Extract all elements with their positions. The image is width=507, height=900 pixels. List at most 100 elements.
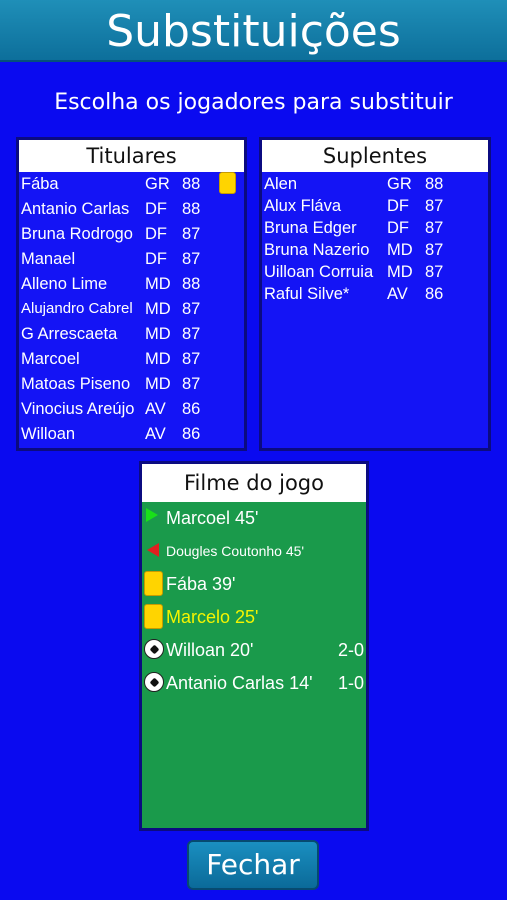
soccer-ball-icon	[144, 672, 164, 692]
player-name: Vinocius Areújo	[21, 400, 135, 418]
header-bar: Substituições	[0, 0, 507, 62]
player-position: DF	[387, 197, 409, 215]
yellow-card-icon	[219, 172, 236, 194]
player-position: MD	[387, 241, 413, 259]
yellow-card-icon	[144, 571, 163, 596]
player-position: MD	[145, 275, 171, 293]
soccer-ball-icon	[144, 639, 164, 659]
timeline-events: Marcoel 45' Dougles Coutonho 45' Fába 39' M…	[142, 502, 366, 700]
event-text: Dougles Coutonho 45'	[166, 543, 305, 559]
timeline-event: Antanio Carlas 14' 1-0	[142, 667, 366, 700]
event-text: Willoan 20'	[166, 640, 254, 660]
player-position: DF	[145, 250, 167, 268]
starter-row[interactable]: G Arrescaeta MD 87	[19, 322, 244, 347]
player-rating: 88	[182, 175, 201, 193]
player-rating: 86	[182, 425, 201, 443]
player-position: DF	[387, 219, 409, 237]
timeline-event: Fába 39'	[142, 568, 366, 601]
player-name: Marcoel	[21, 350, 80, 368]
player-name: Manael	[21, 250, 76, 268]
starter-row[interactable]: Willoan AV 86	[19, 422, 244, 447]
starters-list: Fába GR 88 Antanio Carlas DF 88 Bruna Rodrogo D…	[19, 172, 244, 447]
player-rating: 88	[425, 175, 444, 193]
player-rating: 87	[425, 263, 444, 281]
substitutes-list: Alen GR 88 Alux Fláva DF 87 Bruna Edger DF 87 Bru…	[262, 172, 488, 304]
player-name: Antanio Carlas	[21, 200, 130, 218]
match-timeline-panel: Filme do jogo Marcoel 45' Dougles Coutonh…	[139, 461, 369, 831]
substitute-row[interactable]: Bruna Edger DF 87	[262, 216, 488, 238]
starters-panel: Titulares Fába GR 88 Antanio Carlas DF 88 Brun…	[16, 137, 247, 451]
player-name: Alen	[264, 175, 298, 193]
sub-out-arrow-icon	[147, 543, 159, 557]
player-position: MD	[145, 350, 171, 368]
player-rating: 87	[182, 225, 201, 243]
substitute-row[interactable]: Uilloan Corruia MD 87	[262, 260, 488, 282]
player-rating: 87	[182, 375, 201, 393]
player-name: Matoas Piseno	[21, 375, 131, 393]
player-position: DF	[145, 225, 167, 243]
starters-heading: Titulares	[19, 140, 244, 172]
starter-row[interactable]: Alleno Lime MD 88	[19, 272, 244, 297]
player-name: Bruna Nazerio	[264, 241, 370, 259]
yellow-card-icon	[144, 604, 163, 629]
starter-row[interactable]: Manael DF 87	[19, 247, 244, 272]
substitute-row[interactable]: Alen GR 88	[262, 172, 488, 194]
player-position: GR	[387, 175, 412, 193]
instruction-text: Escolha os jogadores para substituir	[54, 90, 453, 115]
event-text: Marcoel 45'	[166, 508, 259, 528]
player-name: G Arrescaeta	[21, 325, 118, 343]
player-name: Bruna Edger	[264, 219, 357, 237]
event-score: 1-0	[337, 673, 364, 693]
timeline-event: Willoan 20' 2-0	[142, 634, 366, 667]
player-rating: 88	[182, 275, 201, 293]
event-score: 2-0	[337, 640, 364, 660]
player-position: MD	[145, 300, 171, 318]
close-button[interactable]: Fechar	[187, 840, 319, 890]
player-rating: 87	[182, 250, 201, 268]
player-rating: 87	[425, 241, 444, 259]
timeline-event: Marcelo 25'	[142, 601, 366, 634]
timeline-heading: Filme do jogo	[142, 464, 366, 502]
starter-row[interactable]: Matoas Piseno MD 87	[19, 372, 244, 397]
player-position: DF	[145, 200, 167, 218]
starter-row[interactable]: Antanio Carlas DF 88	[19, 197, 244, 222]
substitute-row[interactable]: Bruna Nazerio MD 87	[262, 238, 488, 260]
player-name: Willoan	[21, 425, 76, 443]
player-name: Fába	[21, 175, 59, 193]
substitutes-heading: Suplentes	[262, 140, 488, 172]
player-rating: 87	[182, 325, 201, 343]
page-title: Substituições	[106, 6, 401, 57]
player-rating: 87	[425, 219, 444, 237]
sub-in-arrow-icon	[146, 508, 158, 522]
player-position: GR	[145, 175, 170, 193]
starter-row[interactable]: Alujandro Cabrel MD 87	[19, 297, 244, 322]
timeline-event: Marcoel 45'	[142, 502, 366, 535]
player-name: Alux Fláva	[264, 197, 342, 215]
timeline-event: Dougles Coutonho 45'	[142, 535, 366, 568]
player-position: AV	[145, 425, 166, 443]
substitute-row[interactable]: Alux Fláva DF 87	[262, 194, 488, 216]
substitutes-panel: Suplentes Alen GR 88 Alux Fláva DF 87 Bruna Ed…	[259, 137, 491, 451]
substitute-row[interactable]: Raful Silve* AV 86	[262, 282, 488, 304]
player-rating: 87	[182, 350, 201, 368]
starter-row[interactable]: Fába GR 88	[19, 172, 244, 197]
player-name: Bruna Rodrogo	[21, 225, 133, 243]
starter-row[interactable]: Marcoel MD 87	[19, 347, 244, 372]
player-position: AV	[387, 285, 408, 303]
player-name: Uilloan Corruia	[264, 263, 374, 281]
player-rating: 86	[182, 400, 201, 418]
starter-row[interactable]: Vinocius Areújo AV 86	[19, 397, 244, 422]
player-position: MD	[145, 375, 171, 393]
event-text: Fába 39'	[166, 574, 236, 594]
starter-row[interactable]: Bruna Rodrogo DF 87	[19, 222, 244, 247]
player-rating: 87	[182, 300, 201, 318]
player-rating: 88	[182, 200, 201, 218]
player-rating: 86	[425, 285, 444, 303]
player-name: Raful Silve*	[264, 285, 350, 303]
player-position: MD	[145, 325, 171, 343]
player-name: Alujandro Cabrel	[21, 300, 133, 317]
player-rating: 87	[425, 197, 444, 215]
player-position: MD	[387, 263, 413, 281]
player-name: Alleno Lime	[21, 275, 108, 293]
player-position: AV	[145, 400, 166, 418]
